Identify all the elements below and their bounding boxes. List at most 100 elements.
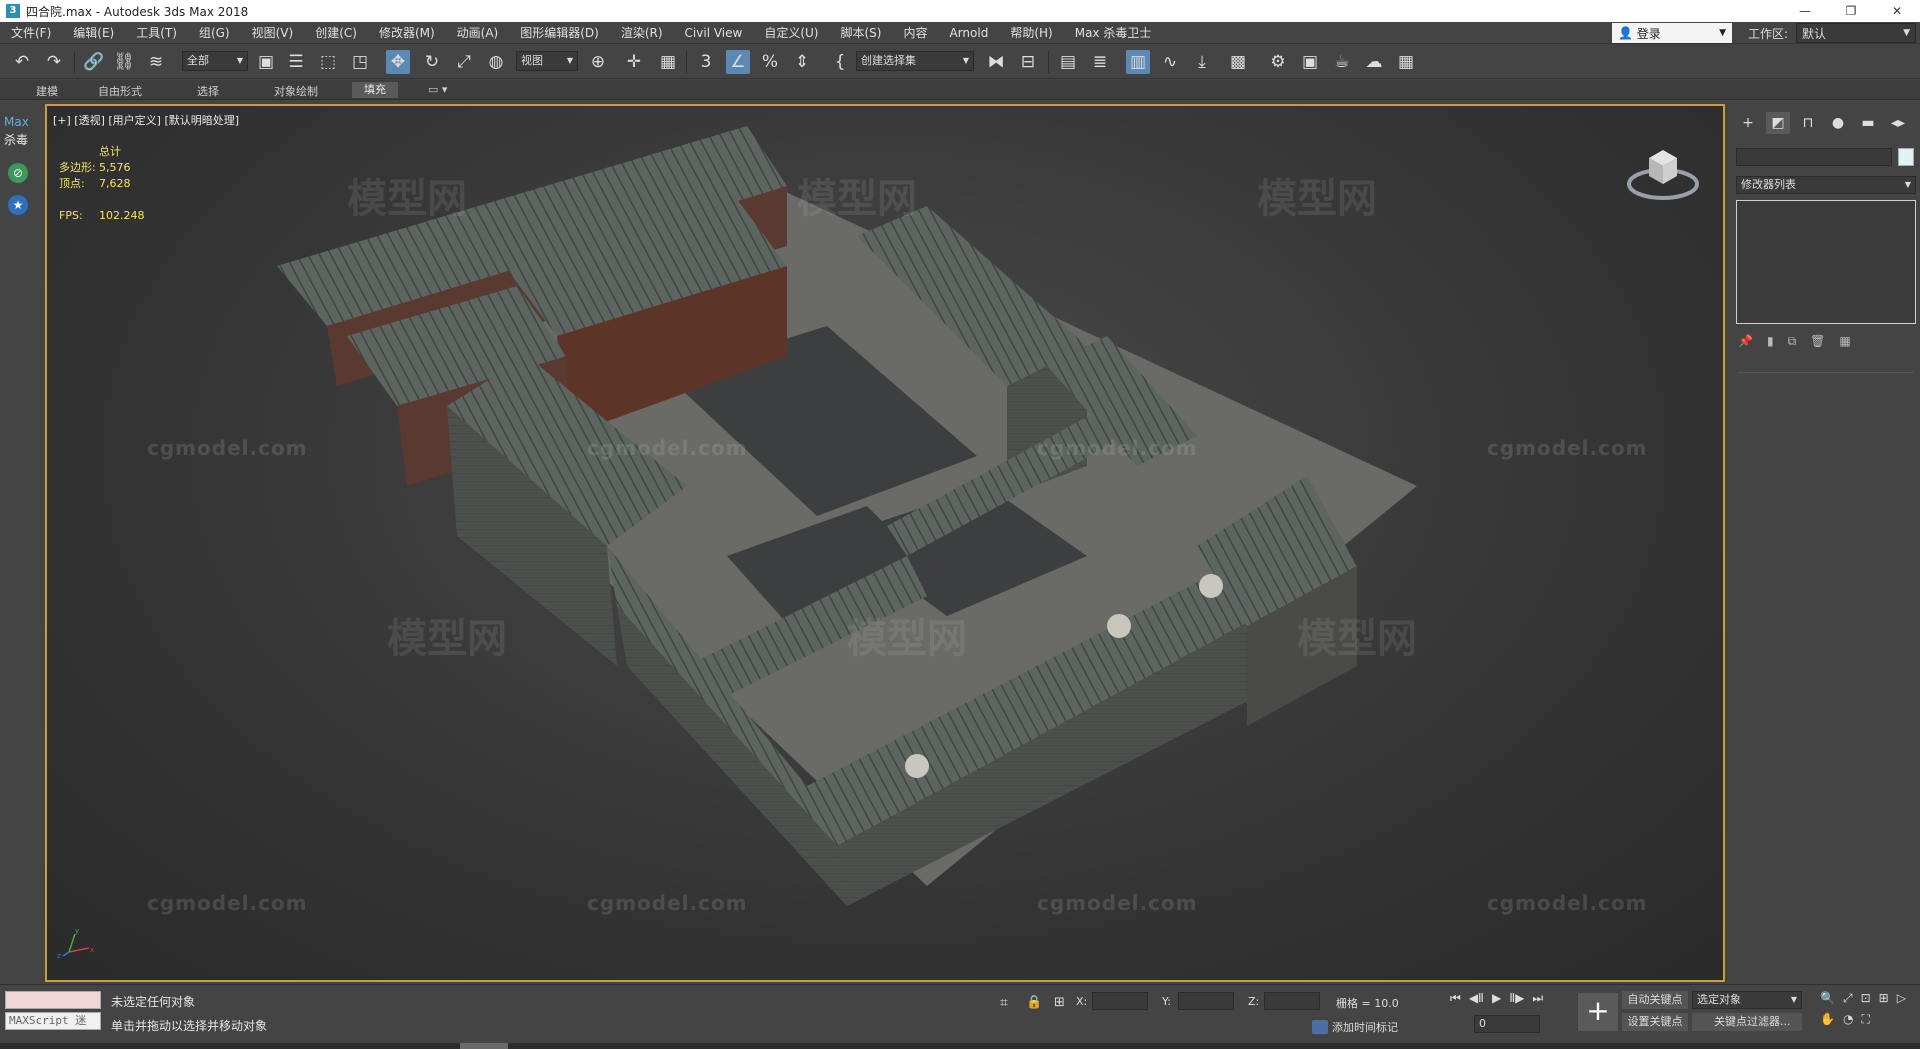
login-dropdown[interactable]: 👤 登录 ▼	[1612, 23, 1732, 43]
set-key-plus-icon[interactable]: +	[1578, 993, 1618, 1031]
menu-create[interactable]: 创建(C)	[304, 24, 368, 41]
render-in-cloud-icon[interactable]: ☁	[1362, 50, 1386, 74]
zoom-extents-all-icon[interactable]: ⊞	[1879, 991, 1889, 1006]
absolute-mode-icon[interactable]: ⊞	[1054, 995, 1065, 1010]
spinner-snap-icon[interactable]: ⇕	[790, 50, 814, 74]
scene-explorer-icon[interactable]: ▤	[1056, 50, 1080, 74]
curve-editor-icon[interactable]: ∿	[1158, 50, 1182, 74]
perspective-viewport[interactable]: [+] [透视] [用户定义] [默认明暗处理] 总计 多边形: 5,576 顶点…	[45, 104, 1725, 982]
pin-stack-icon[interactable]: 📌	[1738, 334, 1753, 352]
create-tab-icon[interactable]: +	[1736, 112, 1760, 134]
menu-content[interactable]: 内容	[892, 24, 938, 41]
make-unique-icon[interactable]: ⧉	[1788, 334, 1797, 352]
maxscript-mini-listener[interactable]: MAXScript 迷	[5, 1012, 101, 1030]
menu-customize[interactable]: 自定义(U)	[753, 24, 829, 41]
utilities-tab-icon[interactable]: ◂▸	[1886, 112, 1910, 134]
hierarchy-tab-icon[interactable]: ⊓	[1796, 112, 1820, 134]
select-object-icon[interactable]: ▣	[254, 50, 278, 74]
select-manipulate-icon[interactable]: ✛	[622, 50, 646, 74]
schematic-view-icon[interactable]: ⤓	[1190, 50, 1214, 74]
x-coord-field[interactable]	[1092, 992, 1148, 1010]
shield-icon[interactable]: ★	[8, 195, 28, 215]
menu-file[interactable]: 文件(F)	[0, 24, 62, 41]
menu-views[interactable]: 视图(V)	[241, 24, 305, 41]
layer-explorer-icon[interactable]: ≣	[1088, 50, 1112, 74]
align-icon[interactable]: ⊟	[1016, 50, 1040, 74]
minimize-icon[interactable]: —	[1782, 0, 1828, 22]
bind-space-warp-icon[interactable]: ≋	[144, 50, 168, 74]
reference-coordinate-dropdown[interactable]: 视图 ▼	[516, 51, 578, 71]
edit-named-selection-icon[interactable]: {	[828, 50, 852, 74]
window-crossing-icon[interactable]: ◳	[348, 50, 372, 74]
ribbon-options-icon[interactable]: ▭ ▾	[428, 83, 447, 96]
modifier-stack[interactable]	[1736, 200, 1916, 324]
ribbon-tab-populate[interactable]: 填充	[352, 82, 398, 98]
go-to-end-icon[interactable]: ⏭	[1532, 991, 1543, 1006]
rendered-frame-window-icon[interactable]: ▣	[1298, 50, 1322, 74]
menu-group[interactable]: 组(G)	[188, 24, 241, 41]
ribbon-tab-selection[interactable]: 选择	[197, 83, 219, 99]
scan-icon[interactable]: ⊘	[8, 163, 28, 183]
bottom-scrollbar[interactable]	[0, 1043, 1920, 1049]
angle-snap-icon[interactable]: ∠	[726, 50, 750, 74]
isolate-selection-icon[interactable]: ⌗	[1000, 995, 1008, 1011]
percent-snap-icon[interactable]: %	[758, 50, 782, 74]
add-time-tag-button[interactable]: 添加时间标记	[1312, 1019, 1398, 1035]
next-frame-icon[interactable]: Ⅱ▶	[1509, 991, 1524, 1006]
menu-arnold[interactable]: Arnold	[938, 26, 999, 40]
viewcube[interactable]	[1623, 136, 1703, 206]
menu-graph-editors[interactable]: 图形编辑器(D)	[509, 24, 610, 41]
zoom-extents-icon[interactable]: ⊡	[1861, 991, 1871, 1006]
remove-modifier-icon[interactable]: 🗑	[1810, 334, 1825, 352]
modify-tab-icon[interactable]: ◩	[1766, 112, 1790, 134]
select-and-scale-icon[interactable]: ⤢	[452, 50, 476, 74]
key-filters-button[interactable]: 关键点过滤器...	[1692, 1013, 1802, 1031]
menu-modifiers[interactable]: 修改器(M)	[368, 24, 446, 41]
workspace-dropdown[interactable]: 默认 ▼	[1796, 23, 1916, 43]
selection-lock-icon[interactable]: 🔒	[1026, 995, 1042, 1010]
key-selection-dropdown[interactable]: 选定对象 ▼	[1692, 991, 1802, 1009]
menu-edit[interactable]: 编辑(E)	[62, 24, 125, 41]
z-coord-field[interactable]	[1264, 992, 1320, 1010]
field-of-view-icon[interactable]: ▷	[1897, 991, 1906, 1006]
object-color-swatch[interactable]	[1898, 148, 1914, 166]
render-setup-icon[interactable]: ⚙	[1266, 50, 1290, 74]
configure-modifier-sets-icon[interactable]: ▦	[1839, 334, 1850, 352]
previous-frame-icon[interactable]: ◀Ⅱ	[1469, 991, 1484, 1006]
ribbon-tab-object-paint[interactable]: 对象绘制	[274, 83, 318, 99]
keyboard-shortcut-override-icon[interactable]: ▦	[656, 50, 680, 74]
orbit-icon[interactable]: ◔	[1843, 1012, 1853, 1027]
select-and-rotate-icon[interactable]: ↻	[420, 50, 444, 74]
redo-icon[interactable]: ↷	[42, 50, 66, 74]
menu-rendering[interactable]: 渲染(R)	[610, 24, 674, 41]
select-by-name-icon[interactable]: ☰	[284, 50, 308, 74]
pivot-center-icon[interactable]: ⊕	[586, 50, 610, 74]
named-selection-dropdown[interactable]: 创建选择集 ▼	[856, 51, 974, 71]
select-and-move-icon[interactable]: ✥	[386, 50, 410, 74]
ribbon-tab-freeform[interactable]: 自由形式	[98, 83, 142, 99]
menu-civil-view[interactable]: Civil View	[674, 26, 754, 40]
menu-antivirus[interactable]: Max 杀毒卫士	[1064, 24, 1163, 41]
select-and-place-icon[interactable]: ◍	[484, 50, 508, 74]
unlink-icon[interactable]: ⛓	[112, 50, 136, 74]
show-end-result-icon[interactable]: ▮	[1767, 334, 1774, 352]
undo-icon[interactable]: ↶	[10, 50, 34, 74]
go-to-start-icon[interactable]: ⏮	[1450, 991, 1461, 1006]
maxscript-listener-output[interactable]	[5, 991, 101, 1009]
object-name-field[interactable]	[1736, 148, 1892, 166]
display-tab-icon[interactable]: ▬	[1856, 112, 1880, 134]
set-key-button[interactable]: 设置关键点	[1622, 1013, 1688, 1031]
ribbon-tab-modeling[interactable]: 建模	[36, 83, 58, 99]
zoom-icon[interactable]: 🔍	[1820, 991, 1835, 1006]
maximize-viewport-icon[interactable]: ⛶	[1861, 1012, 1869, 1027]
material-editor-icon[interactable]: ▩	[1226, 50, 1250, 74]
current-frame-field[interactable]: 0	[1474, 1015, 1540, 1033]
menu-tools[interactable]: 工具(T)	[125, 24, 188, 41]
menu-scripting[interactable]: 脚本(S)	[829, 24, 892, 41]
y-coord-field[interactable]	[1178, 992, 1234, 1010]
modifier-list-dropdown[interactable]: 修改器列表 ▼	[1736, 176, 1916, 194]
snaps-toggle-icon[interactable]: 3	[694, 50, 718, 74]
auto-key-button[interactable]: 自动关键点	[1622, 991, 1688, 1009]
menu-animation[interactable]: 动画(A)	[446, 24, 510, 41]
rect-selection-region-icon[interactable]: ⬚	[316, 50, 340, 74]
